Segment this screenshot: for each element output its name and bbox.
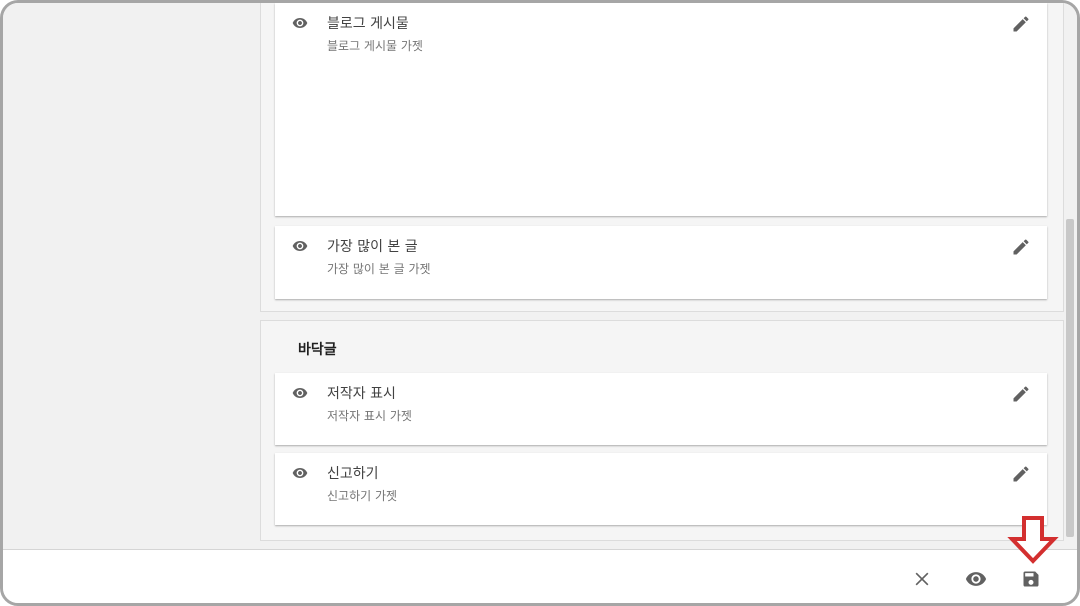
gadget-title: 블로그 게시물 xyxy=(327,16,409,32)
gadget-card-popular-posts[interactable]: 가장 많이 본 글 가장 많이 본 글 가젯 xyxy=(275,226,1047,299)
bottom-action-bar xyxy=(3,549,1077,603)
eye-icon[interactable] xyxy=(289,238,311,254)
eye-icon[interactable] xyxy=(965,568,987,590)
gadget-subtitle: 가장 많이 본 글 가젯 xyxy=(327,262,431,276)
arrow-down-icon xyxy=(1007,516,1059,564)
eye-icon[interactable] xyxy=(289,385,311,401)
gadget-card-blog-posts[interactable]: 블로그 게시물 블로그 게시물 가젯 xyxy=(275,3,1047,216)
gadget-subtitle: 저작자 표시 가젯 xyxy=(327,409,412,423)
gadget-card-attribution[interactable]: 저작자 표시 저작자 표시 가젯 xyxy=(275,373,1047,445)
gadget-card-report-abuse[interactable]: 신고하기 신고하기 가젯 xyxy=(275,453,1047,525)
pencil-icon[interactable] xyxy=(1011,14,1031,34)
layout-canvas: 블로그 게시물 블로그 게시물 가젯 가장 많이 본 글 가장 많이 본 글 가… xyxy=(3,3,1077,549)
section-main: 블로그 게시물 블로그 게시물 가젯 가장 많이 본 글 가장 많이 본 글 가… xyxy=(260,3,1064,312)
gadget-title: 신고하기 xyxy=(327,466,379,482)
section-footer: 바닥글 저작자 표시 저작자 표시 가젯 신고하기 신고하기 가젯 xyxy=(260,320,1064,541)
close-icon[interactable] xyxy=(912,569,932,589)
save-icon[interactable] xyxy=(1021,569,1041,589)
scrollbar[interactable] xyxy=(1066,219,1074,537)
gadget-subtitle: 신고하기 가젯 xyxy=(327,489,398,503)
gadget-subtitle: 블로그 게시물 가젯 xyxy=(327,39,423,53)
pencil-icon[interactable] xyxy=(1011,384,1031,404)
gadget-title: 가장 많이 본 글 xyxy=(327,239,418,255)
section-title: 바닥글 xyxy=(298,342,337,358)
eye-icon[interactable] xyxy=(289,15,311,31)
window-frame: 블로그 게시물 블로그 게시물 가젯 가장 많이 본 글 가장 많이 본 글 가… xyxy=(0,0,1080,606)
eye-icon[interactable] xyxy=(289,465,311,481)
pencil-icon[interactable] xyxy=(1011,464,1031,484)
gadget-title: 저작자 표시 xyxy=(327,386,396,402)
pencil-icon[interactable] xyxy=(1011,237,1031,257)
